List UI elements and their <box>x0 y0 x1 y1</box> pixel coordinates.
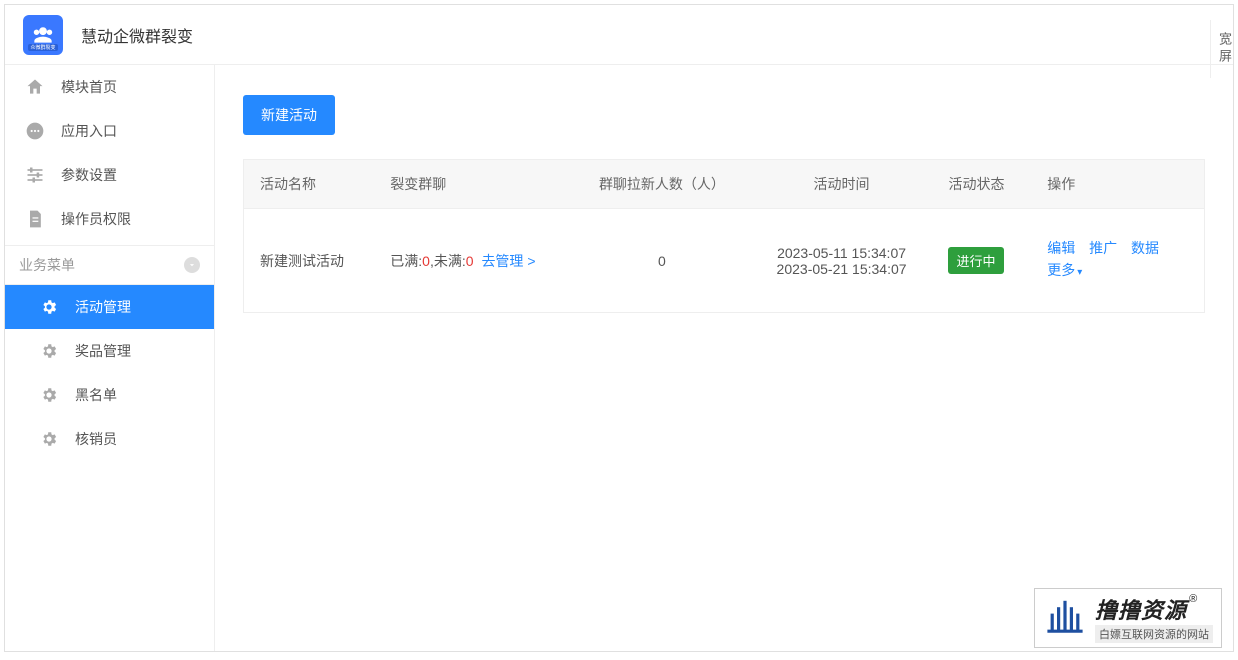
chevron-down-icon <box>184 257 200 273</box>
main-content: 新建活动 活动名称 裂变群聊 群聊拉新人数（人） 活动时间 活动状态 操作 新建… <box>215 65 1233 651</box>
col-newcount: 群聊拉新人数（人） <box>573 160 750 209</box>
op-promote[interactable]: 推广 <box>1089 237 1117 259</box>
gear-icon <box>39 429 59 449</box>
home-icon <box>23 75 47 99</box>
gear-icon <box>39 385 59 405</box>
app-title: 慧动企微群裂变 <box>81 23 193 47</box>
nav-label: 参数设置 <box>61 165 117 185</box>
new-activity-button[interactable]: 新建活动 <box>243 95 335 135</box>
sidebar: 模块首页 应用入口 参数设置 操作员权限 业务菜单 活动管理 <box>5 65 215 651</box>
section-title: 业务菜单 <box>19 255 75 275</box>
cell-newcount: 0 <box>573 209 750 313</box>
col-name: 活动名称 <box>244 160 375 209</box>
col-group: 裂变群聊 <box>374 160 573 209</box>
cell-name: 新建测试活动 <box>244 209 375 313</box>
gear-icon <box>39 297 59 317</box>
sub-verifier[interactable]: 核销员 <box>5 417 214 461</box>
sub-label: 核销员 <box>75 429 117 449</box>
col-time: 活动时间 <box>751 160 933 209</box>
cell-status: 进行中 <box>932 209 1031 313</box>
sub-blacklist[interactable]: 黑名单 <box>5 373 214 417</box>
nav-label: 模块首页 <box>61 77 117 97</box>
nav-module-home[interactable]: 模块首页 <box>5 65 214 109</box>
cell-time: 2023-05-11 15:34:07 2023-05-21 15:34:07 <box>751 209 933 313</box>
nav-app-entry[interactable]: 应用入口 <box>5 109 214 153</box>
nav-label: 操作员权限 <box>61 209 131 229</box>
watermark: 撸撸资源® 白嫖互联网资源的网站 <box>1034 588 1222 648</box>
activity-table: 活动名称 裂变群聊 群聊拉新人数（人） 活动时间 活动状态 操作 新建测试活动 … <box>243 159 1205 313</box>
cell-group: 已满:0,未满:0 去管理 > <box>374 209 573 313</box>
sub-label: 黑名单 <box>75 385 117 405</box>
col-ops: 操作 <box>1031 160 1204 209</box>
caret-down-icon: ▾ <box>1077 267 1082 278</box>
doc-icon <box>23 207 47 231</box>
sidebar-section-header[interactable]: 业务菜单 <box>5 245 214 285</box>
manage-link[interactable]: 去管理 > <box>481 253 535 269</box>
sliders-icon <box>23 163 47 187</box>
nav-params[interactable]: 参数设置 <box>5 153 214 197</box>
table-row: 新建测试活动 已满:0,未满:0 去管理 > 0 2023-05-11 15:3… <box>244 209 1205 313</box>
chat-icon <box>23 119 47 143</box>
status-badge: 进行中 <box>948 247 1003 274</box>
widescreen-toggle[interactable]: 宽屏 <box>1210 20 1238 78</box>
cell-ops: 编辑 推广 数据 更多▾ <box>1031 209 1204 313</box>
sub-label: 活动管理 <box>75 297 131 317</box>
sub-prize-manage[interactable]: 奖品管理 <box>5 329 214 373</box>
col-status: 活动状态 <box>932 160 1031 209</box>
nav-operator-perm[interactable]: 操作员权限 <box>5 197 214 241</box>
gear-icon <box>39 341 59 361</box>
app-logo: 众微群裂变 <box>23 15 63 55</box>
sub-activity-manage[interactable]: 活动管理 <box>5 285 214 329</box>
watermark-icon <box>1041 596 1089 641</box>
sub-label: 奖品管理 <box>75 341 131 361</box>
nav-label: 应用入口 <box>61 121 117 141</box>
op-more[interactable]: 更多▾ <box>1047 259 1082 284</box>
op-edit[interactable]: 编辑 <box>1047 237 1075 259</box>
op-data[interactable]: 数据 <box>1131 237 1159 259</box>
